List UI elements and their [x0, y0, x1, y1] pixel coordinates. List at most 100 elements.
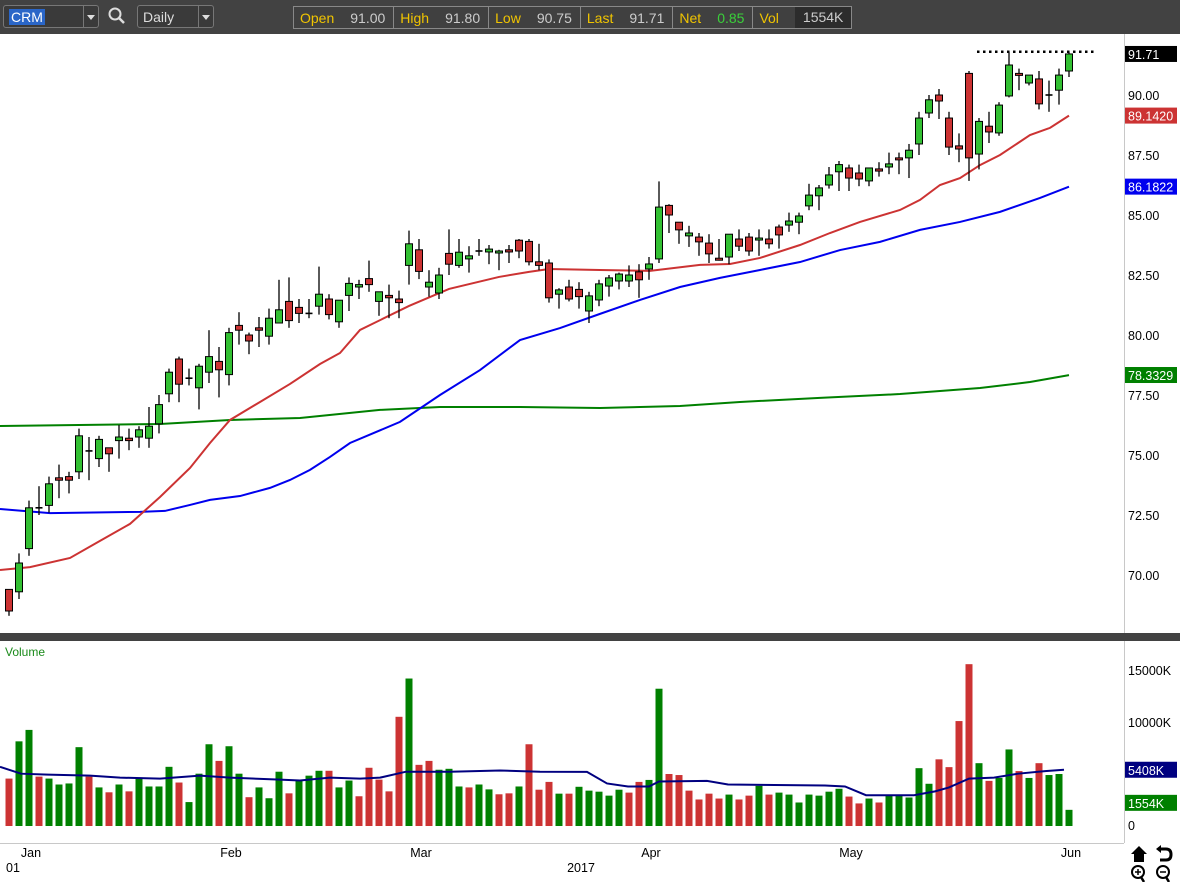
candle-body	[545, 262, 553, 299]
candle	[955, 133, 963, 163]
candle-body	[105, 447, 113, 455]
volume-bar	[25, 729, 33, 826]
candle	[405, 230, 413, 285]
candle-body	[655, 206, 663, 260]
volume-bar	[775, 792, 783, 826]
candle	[55, 464, 63, 499]
interval-select[interactable]: Daily	[137, 5, 214, 28]
candle-body	[645, 263, 653, 270]
zoom-in-icon[interactable]	[1129, 864, 1149, 883]
volume-bar	[375, 779, 383, 826]
candle	[935, 89, 943, 119]
candle	[715, 239, 723, 261]
candle-body	[375, 291, 383, 302]
last-price-label: 91.71	[1128, 48, 1159, 62]
candle-body	[15, 562, 23, 593]
volume-bar	[145, 786, 153, 826]
candle	[795, 212, 803, 235]
volume-bar	[165, 766, 173, 826]
candle	[145, 407, 153, 448]
symbol-input[interactable]: CRM	[3, 5, 99, 28]
candle	[315, 266, 323, 315]
volume-bar	[695, 799, 703, 826]
time-axis-month-label: Mar	[410, 846, 432, 860]
quote-bar: Open 91.00 High 91.80 Low 90.75 Last 91.71 N…	[293, 6, 853, 29]
zoom-out-icon[interactable]	[1154, 864, 1174, 883]
ma50-line	[0, 185, 1070, 515]
candle-body	[585, 295, 593, 312]
candle-body	[145, 425, 153, 439]
candle-body	[55, 477, 63, 481]
volume-bar	[95, 787, 103, 826]
pane-divider[interactable]	[0, 633, 1180, 641]
candle-body	[215, 360, 223, 371]
candle	[125, 428, 133, 451]
candle	[155, 395, 163, 434]
candle-body	[605, 277, 613, 287]
candle	[755, 229, 763, 256]
undo-icon[interactable]	[1154, 845, 1174, 863]
volume-bar	[765, 794, 773, 826]
volume-bar	[505, 793, 513, 826]
candle	[135, 426, 143, 448]
volume-bar	[455, 786, 463, 826]
candle-body	[1015, 72, 1023, 76]
candle-body	[725, 233, 733, 258]
price-chart[interactable]: 90.00 87.50 85.00 82.50 80.00 77.50 75.00 72.50…	[0, 0, 1180, 883]
interval-chevron-down-icon[interactable]	[198, 6, 213, 27]
candle-body	[325, 298, 333, 316]
candle-body	[295, 306, 303, 314]
volume-bar	[885, 795, 893, 826]
volume-bar	[325, 770, 333, 826]
volume-tick-label: 15000K	[1128, 664, 1172, 678]
candle-body	[875, 168, 883, 172]
time-axis-month-label: Apr	[641, 846, 660, 860]
interval-value: Daily	[143, 9, 175, 25]
candle	[825, 167, 833, 189]
candle	[115, 425, 123, 459]
candle-body	[285, 300, 293, 322]
candle	[245, 332, 253, 355]
volume-bar	[15, 741, 23, 826]
quote-net: Net 0.85	[673, 7, 754, 28]
volume-bar	[205, 744, 213, 826]
candle-body	[1035, 78, 1043, 105]
candle-body	[255, 327, 263, 331]
volume-bar	[1005, 749, 1013, 826]
price-tick-label: 82.50	[1128, 269, 1159, 283]
candle-body	[855, 172, 863, 180]
candle-body	[335, 299, 343, 323]
search-icon[interactable]	[107, 6, 127, 26]
volume-bar	[235, 773, 243, 826]
candle-body	[125, 437, 133, 442]
candle	[445, 229, 453, 275]
price-tick-label: 80.00	[1128, 329, 1159, 343]
volume-bar	[675, 775, 683, 826]
candle	[355, 279, 363, 299]
candle-body	[445, 252, 453, 265]
candle	[15, 553, 23, 599]
quote-low-value: 90.75	[536, 9, 572, 26]
candle-body	[225, 332, 233, 376]
volume-bar	[535, 789, 543, 826]
candle-body	[485, 248, 493, 253]
home-icon[interactable]	[1129, 845, 1149, 863]
volume-bar	[335, 787, 343, 826]
candle-body	[535, 261, 543, 266]
quote-low-label: Low	[495, 9, 521, 26]
candle	[75, 428, 83, 479]
volume-bar	[1015, 771, 1023, 826]
volume-bar	[495, 794, 503, 826]
volume-bar	[755, 785, 763, 826]
candle-body	[905, 149, 913, 159]
volume-bar	[355, 796, 363, 826]
volume-bar	[435, 769, 443, 826]
symbol-dropdown-chevron-icon[interactable]	[83, 6, 98, 27]
candle-body	[385, 294, 393, 299]
volume-bar	[425, 760, 433, 826]
volume-bar	[265, 798, 273, 826]
candle-body	[505, 249, 513, 253]
candle	[765, 229, 773, 249]
price-tick-label: 72.50	[1128, 509, 1159, 523]
candle-body	[365, 278, 373, 286]
